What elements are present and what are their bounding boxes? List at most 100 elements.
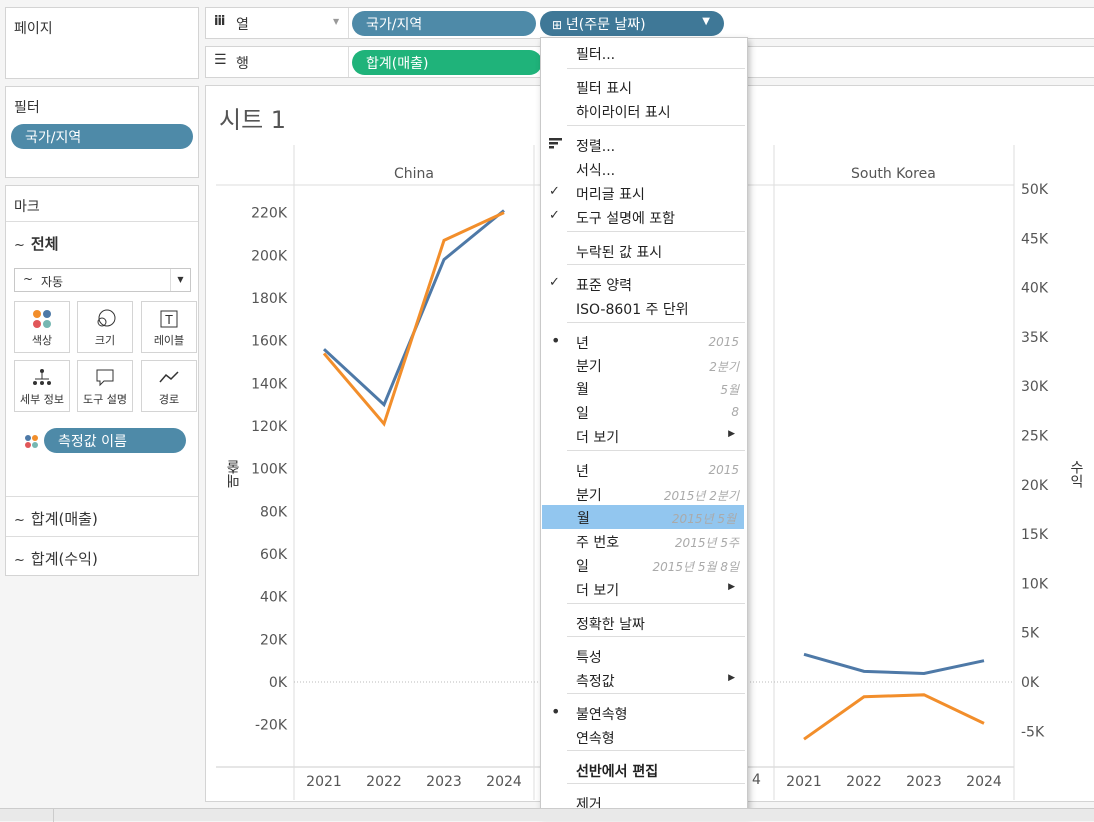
menu-item-label: 서식... (576, 163, 616, 179)
pages-card[interactable]: 페이지 (5, 7, 199, 79)
path-button[interactable]: 경로 (141, 360, 197, 412)
label-button[interactable]: T 레이블 (141, 301, 197, 353)
menu-item[interactable]: ISO-8601 주 단위 (541, 296, 747, 320)
date-pill-context-menu: 필터... 필터 표시 하이라이터 표시 정렬... 서식... ✓ 머리글 표시 ✓ 도구 설… (540, 37, 748, 815)
menu-item[interactable]: 하이라이터 표시 (541, 99, 747, 123)
menu-item-label: 하이라이터 표시 (576, 105, 671, 121)
line-mark-icon: ~ (14, 238, 25, 253)
bottom-tab[interactable] (0, 809, 54, 822)
col-pill-country[interactable]: 국가/지역 (352, 11, 536, 36)
detail-icon (15, 367, 69, 389)
menu-item-label: 정확한 날짜 (576, 617, 645, 633)
columns-label: 열 (236, 17, 249, 33)
menu-item-label: 년 (576, 464, 589, 480)
submenu-arrow-icon: ▶ (728, 673, 735, 683)
menu-item-label: 주 번호 (576, 535, 620, 551)
menu-item-label: 분기 (576, 488, 602, 504)
menu-item-example: 2분기 (709, 360, 739, 374)
menu-item[interactable]: 일8 (541, 400, 747, 424)
menu-item[interactable]: 분기 2분기 (541, 353, 747, 377)
menu-item-example: 2015 (708, 335, 739, 349)
menu-item[interactable]: 누락된 값 표시 (541, 239, 747, 263)
menu-item[interactable]: 특성 (541, 644, 747, 668)
menu-item-label: 연속형 (576, 731, 615, 747)
chevron-down-icon: ▼ (702, 16, 710, 27)
menu-item[interactable]: ✓ 표준 양력 (541, 272, 747, 296)
menu-item-label: 누락된 값 표시 (576, 245, 663, 261)
menu-item[interactable]: 일 2015년 5월 8일 (541, 553, 747, 577)
menu-item-label: 정렬... (576, 139, 616, 155)
menu-item-label: 일 (576, 406, 589, 422)
tooltip-button[interactable]: 도구 설명 (77, 360, 133, 412)
chevron-down-icon: ▼ (333, 17, 340, 26)
filters-card[interactable]: 필터 국가/지역 (5, 86, 199, 178)
menu-item[interactable]: 필터 표시 (541, 75, 747, 99)
hidden-year-partial: 4 (752, 772, 761, 788)
line-mark-icon: ~ (23, 272, 34, 286)
menu-item-example: 2015년 5월 8일 (652, 560, 739, 574)
pane-header-south-korea: South Korea (851, 166, 936, 182)
menu-item[interactable]: 연속형 (541, 725, 747, 749)
color-legend-icon (24, 434, 40, 454)
menu-item[interactable]: 월 5월 (541, 376, 747, 400)
menu-item[interactable]: 정렬... (541, 133, 747, 157)
columns-icon: iii (214, 14, 225, 29)
menu-item[interactable]: 측정값 ▶ (541, 668, 747, 692)
submenu-arrow-icon: ▶ (728, 582, 735, 592)
menu-item[interactable]: 주 번호 2015년 5주 (541, 529, 747, 553)
svg-text:T: T (164, 313, 173, 327)
row-pill-sales[interactable]: 합계(매출) (352, 50, 542, 75)
bottom-bar (0, 808, 1094, 822)
menu-item[interactable]: 더 보기 ▶ (541, 424, 747, 448)
menu-item-label: 표준 양력 (576, 278, 632, 294)
menu-item-label: 더 보기 (576, 430, 620, 446)
marks-profit-header[interactable]: ~ 합계(수익) (14, 548, 98, 569)
menu-item-label: 더 보기 (576, 583, 620, 599)
menu-item[interactable]: 필터... (541, 41, 747, 65)
color-button[interactable]: 색상 (14, 301, 70, 353)
menu-item-example: 5월 (720, 383, 739, 397)
pane-header-china: China (394, 166, 434, 182)
menu-item-example: 2015년 2분기 (663, 489, 739, 503)
marks-all-header[interactable]: ~ 전체 (14, 233, 59, 254)
line-mark-icon: ~ (14, 553, 25, 568)
mark-type-dropdown[interactable]: ~ 자동 ▼ (14, 268, 191, 292)
line-mark-icon: ~ (14, 513, 25, 528)
marks-sales-header[interactable]: ~ 합계(매출) (14, 508, 98, 529)
menu-item[interactable]: 정확한 날짜 (541, 611, 747, 635)
chevron-down-icon: ▼ (170, 269, 190, 291)
size-icon (78, 308, 132, 330)
menu-item[interactable]: 서식... (541, 157, 747, 181)
size-button[interactable]: 크기 (77, 301, 133, 353)
menu-item-label: 특성 (576, 650, 602, 666)
menu-item[interactable]: 선반에서 편집 (541, 758, 747, 782)
menu-item[interactable]: ✓ 머리글 표시 (541, 181, 747, 205)
menu-item[interactable]: • 년 2015 (541, 330, 747, 354)
left-axis-title: 매출 (226, 460, 242, 488)
tooltip-icon (78, 367, 132, 389)
menu-item[interactable]: 더 보기 ▶ (541, 577, 747, 601)
menu-item-label: 측정값 (576, 674, 615, 690)
menu-item[interactable]: 월 2015년 5월 (542, 505, 744, 529)
submenu-arrow-icon: ▶ (728, 429, 735, 439)
menu-item-label: 선반에서 편집 (576, 764, 659, 780)
filter-pill-country[interactable]: 국가/지역 (11, 124, 193, 149)
columns-shelf[interactable]: iii 열 ▼ 국가/지역 ⊞ 년(주문 날짜) ▼ (205, 7, 1094, 39)
menu-item-label: 월 (577, 511, 590, 527)
menu-item[interactable]: • 불연속형 (541, 701, 747, 725)
col-pill-year[interactable]: ⊞ 년(주문 날짜) ▼ (540, 11, 724, 36)
marks-title: 마크 (14, 199, 40, 215)
sheet-title: 시트 1 (219, 106, 287, 134)
path-icon (142, 367, 196, 389)
menu-item[interactable]: ✓ 도구 설명에 포함 (541, 205, 747, 229)
menu-item[interactable]: 년 2015 (541, 458, 747, 482)
check-icon: ✓ (549, 275, 560, 290)
menu-item-label: 머리글 표시 (576, 187, 645, 203)
menu-item[interactable]: 분기 2015년 2분기 (541, 482, 747, 506)
detail-button[interactable]: 세부 정보 (14, 360, 70, 412)
menu-item-example: 2015년 5주 (674, 536, 739, 550)
bullet-icon: • (551, 702, 561, 721)
check-icon: ✓ (549, 208, 560, 223)
measure-names-pill[interactable]: 측정값 이름 (44, 428, 186, 453)
bullet-icon: • (551, 331, 561, 350)
